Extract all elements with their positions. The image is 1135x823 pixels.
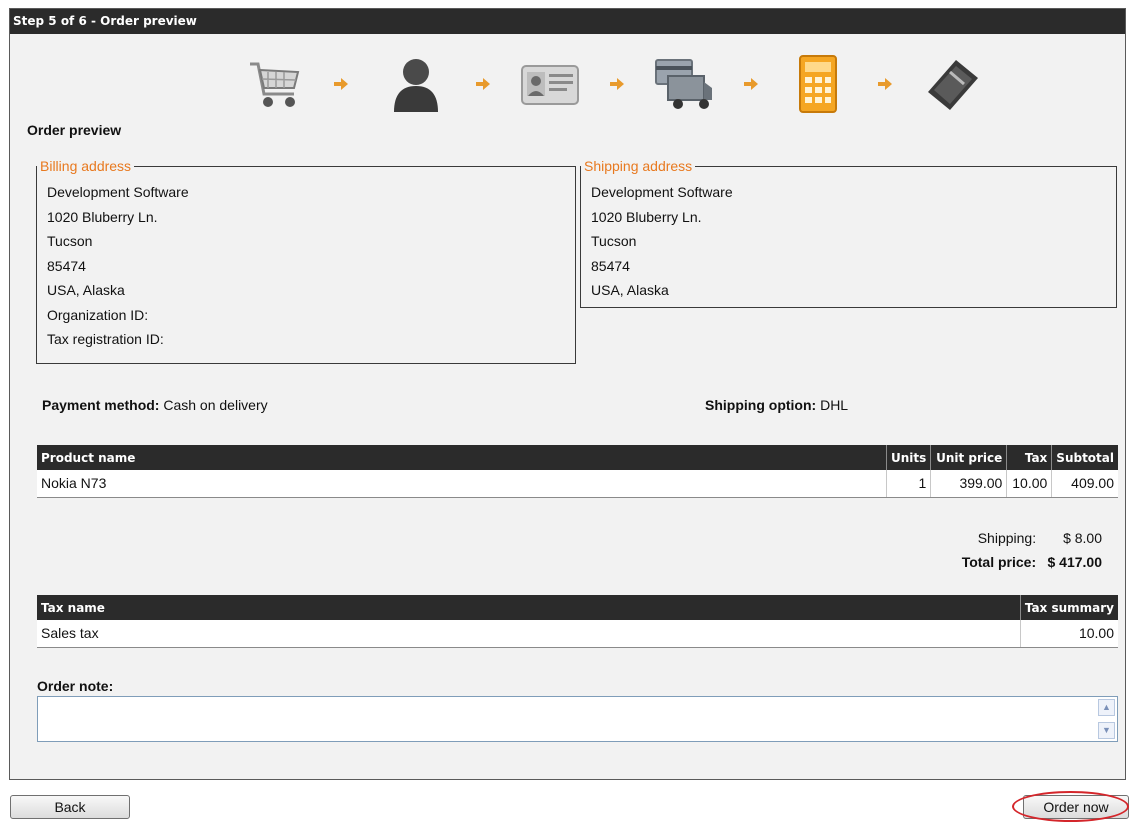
- billing-company: Development Software: [47, 184, 189, 200]
- column-header-tax-name: Tax name: [37, 595, 1021, 620]
- column-header-units: Units: [886, 445, 932, 470]
- order-totals: Shipping: $ 8.00 Total price: $ 417.00: [962, 526, 1102, 574]
- order-note-scrollbar[interactable]: ▲ ▼: [1098, 699, 1115, 739]
- column-header-tax: Tax: [1006, 445, 1053, 470]
- payment-method-label: Payment method:: [42, 397, 160, 413]
- shipping-country: USA, Alaska: [591, 282, 669, 298]
- shipping-address-legend: Shipping address: [584, 158, 693, 174]
- cart-icon: [250, 62, 300, 107]
- billing-organization-id: Organization ID:: [47, 306, 149, 323]
- step-arrow-icon: [744, 78, 758, 90]
- billing-tax-registration-id: Tax registration ID:: [47, 331, 164, 347]
- payment-method: Payment method: Cash on delivery: [42, 397, 268, 413]
- column-header-subtotal: Subtotal: [1051, 445, 1118, 470]
- shipping-option-value: DHL: [820, 397, 849, 413]
- payment-wallet-icon: [928, 60, 978, 110]
- checkout-window: Step 5 of 6 - Order preview Order previe…: [9, 8, 1126, 780]
- shipping-city: Tucson: [591, 233, 637, 249]
- window-title: Step 5 of 6 - Order preview: [10, 9, 1125, 34]
- scroll-up-icon[interactable]: ▲: [1098, 699, 1115, 716]
- column-header-tax-summary: Tax summary: [1020, 595, 1118, 620]
- billing-street: 1020 Bluberry Ln.: [47, 208, 158, 225]
- order-note-textarea[interactable]: ▲ ▼: [37, 696, 1118, 742]
- shipping-street: 1020 Bluberry Ln.: [591, 208, 702, 225]
- total-price-label: Total price:: [961, 554, 1037, 570]
- customer-icon: [394, 59, 438, 112]
- billing-city: Tucson: [47, 233, 93, 249]
- checkout-steps: [242, 49, 984, 119]
- order-now-button[interactable]: Order now: [1012, 791, 1129, 822]
- step-arrow-icon: [476, 78, 490, 90]
- product-name: Nokia N73: [37, 470, 888, 498]
- step-arrow-icon: [610, 78, 624, 90]
- shipping-zip: 85474: [591, 257, 630, 274]
- tax-summary-value: 10.00: [1020, 620, 1118, 648]
- step-arrow-icon: [334, 78, 348, 90]
- tax-name: Sales tax: [37, 620, 1021, 648]
- back-button[interactable]: Back: [10, 795, 130, 819]
- product-subtotal: 409.00: [1051, 470, 1118, 498]
- billing-country: USA, Alaska: [47, 282, 125, 298]
- payment-method-value: Cash on delivery: [163, 397, 268, 413]
- scroll-down-icon[interactable]: ▼: [1098, 722, 1115, 739]
- product-unit-price: 399.00: [930, 470, 1008, 498]
- billing-address-legend: Billing address: [40, 158, 132, 174]
- column-header-product-name: Product name: [37, 445, 888, 470]
- table-row: Sales tax 10.00: [37, 620, 1118, 648]
- shipping-address-panel: Shipping address Development Software 10…: [580, 158, 1117, 308]
- step-arrow-icon: [878, 78, 892, 90]
- highlight-circle: [1012, 791, 1129, 822]
- page-title: Order preview: [27, 122, 122, 138]
- tax-summary-table: Tax name Tax summary Sales tax 10.00: [37, 595, 1118, 648]
- id-card-icon: [521, 65, 579, 105]
- billing-zip: 85474: [47, 257, 86, 274]
- table-row: Nokia N73 1 399.00 10.00 409.00: [37, 470, 1118, 498]
- product-units: 1: [886, 470, 932, 498]
- total-price-value: $ 417.00: [1047, 554, 1103, 570]
- shipping-option: Shipping option: DHL: [705, 397, 848, 413]
- shipping-truck-icon: [655, 59, 712, 109]
- shipping-cost-value: $ 8.00: [1063, 530, 1102, 546]
- products-table: Product name Units Unit price Tax Subtot…: [37, 445, 1118, 498]
- column-header-unit-price: Unit price: [930, 445, 1008, 470]
- shipping-cost-label: Shipping:: [977, 530, 1037, 546]
- calculator-icon: [799, 55, 837, 113]
- billing-address-panel: Billing address Development Software 102…: [36, 158, 576, 364]
- shipping-option-label: Shipping option:: [705, 397, 817, 413]
- order-note-label: Order note:: [37, 678, 114, 694]
- product-tax: 10.00: [1006, 470, 1053, 498]
- shipping-company: Development Software: [591, 184, 733, 200]
